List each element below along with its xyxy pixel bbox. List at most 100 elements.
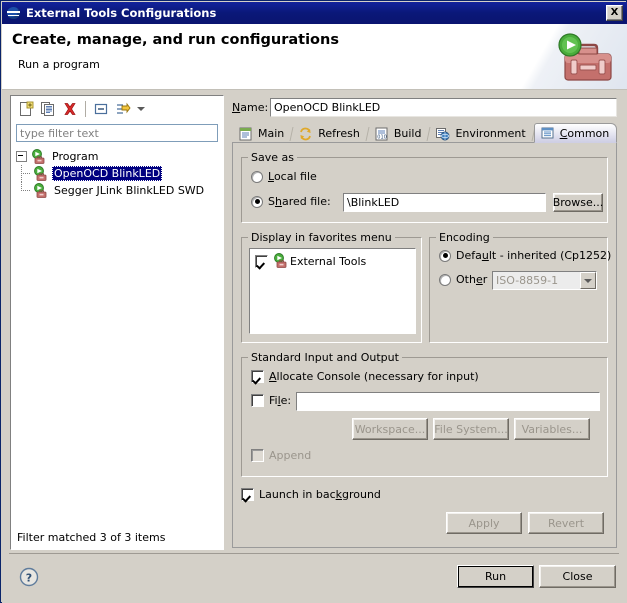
launch-in-background-checkbox[interactable]: Launch in background xyxy=(241,488,381,501)
program-icon xyxy=(33,182,49,199)
file-system-button[interactable]: File System... xyxy=(433,418,509,440)
new-configuration-button[interactable] xyxy=(15,98,37,119)
output-file-input[interactable] xyxy=(296,392,600,411)
name-label: Name: xyxy=(232,100,269,114)
radio-indicator xyxy=(439,273,451,286)
tab-common[interactable]: Common xyxy=(533,123,618,143)
tree-indent xyxy=(16,165,33,182)
dialog-header: Create, manage, and run configurations R… xyxy=(2,24,627,89)
shared-file-radio[interactable]: Shared file: xyxy=(251,195,331,208)
favorites-group: Display in favorites menu External Tools xyxy=(241,231,422,343)
tab-strip: Main Refresh 010 Build Environment Commo… xyxy=(232,122,618,143)
append-label: Append xyxy=(269,449,312,462)
tab-build[interactable]: 010 Build xyxy=(368,123,430,143)
tree-item-segger-jlink-blinkled-swd[interactable]: Segger JLink BlinkLED SWD xyxy=(16,182,220,199)
tree-label: Segger JLink BlinkLED SWD xyxy=(54,184,205,197)
tab-label: Environment xyxy=(455,127,526,140)
encoding-select[interactable]: ISO-8859-1 xyxy=(492,271,597,290)
encoding-group: Encoding Default - inherited (Cp1252) Ot… xyxy=(429,231,611,343)
external-tools-icon xyxy=(273,253,289,269)
variables-button[interactable]: Variables... xyxy=(514,418,590,440)
run-button[interactable]: Run xyxy=(457,565,534,588)
toolbox-with-run-arrow-icon xyxy=(553,32,615,86)
allocate-console-label: Allocate Console (necessary for input) xyxy=(269,370,479,383)
standard-io-group-label: Standard Input and Output xyxy=(248,351,402,364)
save-as-group: Save as Local file Shared file: \BlinkLE… xyxy=(241,151,608,223)
checkbox-indicator xyxy=(241,488,254,501)
allocate-console-checkbox[interactable]: Allocate Console (necessary for input) xyxy=(251,370,479,383)
filter-status-text: Filter matched 3 of 3 items xyxy=(17,531,166,544)
tab-environment[interactable]: Environment xyxy=(429,123,533,143)
help-question-icon[interactable]: ? xyxy=(19,567,39,587)
revert-button[interactable]: Revert xyxy=(528,512,604,534)
local-file-label: Local file xyxy=(268,170,317,183)
tree-item-program[interactable]: Program xyxy=(16,148,220,165)
tab-label: Refresh xyxy=(318,127,360,140)
search-input[interactable]: type filter text xyxy=(16,124,218,142)
encoding-other-label: Other xyxy=(456,273,488,286)
window-title: External Tools Configurations xyxy=(26,6,217,20)
cancel-button[interactable]: Close xyxy=(539,565,616,588)
browse-button[interactable]: Browse... xyxy=(553,193,603,212)
tab-label: Main xyxy=(258,127,285,140)
program-icon xyxy=(33,165,49,182)
configurations-tree: Program OpenOCD BlinkLED Segger JLink Bl… xyxy=(16,148,220,518)
page-subtitle: Run a program xyxy=(18,58,100,71)
radio-indicator xyxy=(251,170,263,183)
workspace-button[interactable]: Workspace... xyxy=(352,418,428,440)
configurations-toolbar xyxy=(11,96,223,121)
tab-refresh[interactable]: Refresh xyxy=(292,123,368,143)
favorites-list[interactable]: External Tools xyxy=(249,248,416,334)
environment-variables-icon xyxy=(435,127,451,141)
save-as-group-label: Save as xyxy=(248,151,297,164)
delete-configuration-button[interactable] xyxy=(59,98,81,119)
append-checkbox[interactable]: Append xyxy=(251,449,311,462)
build-binary-icon: 010 xyxy=(374,127,390,141)
tab-main[interactable]: Main xyxy=(232,123,292,143)
apply-button[interactable]: Apply xyxy=(446,512,522,534)
checkbox-indicator xyxy=(251,449,264,462)
output-file-checkbox[interactable]: File: xyxy=(251,394,291,407)
common-tab-panel: Save as Local file Shared file: \BlinkLE… xyxy=(232,142,617,548)
chevron-down-icon[interactable] xyxy=(580,272,596,289)
configurations-panel: type filter text Program OpenOCD BlinkLE… xyxy=(10,95,224,550)
radio-indicator-selected xyxy=(251,195,263,208)
shared-file-input[interactable]: \BlinkLED xyxy=(343,193,546,212)
favorites-group-label: Display in favorites menu xyxy=(248,231,395,244)
tab-label: Build xyxy=(393,127,422,140)
list-item-label: External Tools xyxy=(290,254,367,268)
standard-io-group: Standard Input and Output Allocate Conso… xyxy=(241,351,608,477)
program-icon xyxy=(31,148,47,165)
refresh-arrows-icon xyxy=(298,127,314,141)
tab-label: Common xyxy=(559,126,610,140)
collapse-icon[interactable] xyxy=(16,151,27,162)
list-item[interactable]: External Tools xyxy=(250,249,415,269)
encoding-group-label: Encoding xyxy=(436,231,493,244)
collapse-all-button[interactable] xyxy=(90,98,112,119)
name-row: Name: OpenOCD BlinkLED xyxy=(232,97,617,117)
footer-divider xyxy=(9,553,619,554)
tree-item-openocd-blinkled[interactable]: OpenOCD BlinkLED xyxy=(16,165,220,182)
dialog-body: type filter text Program OpenOCD BlinkLE… xyxy=(2,90,627,603)
local-file-radio[interactable]: Local file xyxy=(251,170,317,183)
eclipse-globe-icon xyxy=(6,5,22,21)
tree-indent xyxy=(16,182,33,199)
encoding-default-radio[interactable]: Default - inherited (Cp1252) xyxy=(439,249,611,262)
tree-label-selected: OpenOCD BlinkLED xyxy=(52,166,163,181)
checkbox-indicator xyxy=(251,394,264,407)
launch-in-background-label: Launch in background xyxy=(259,488,381,501)
radio-indicator-selected xyxy=(439,249,451,262)
encoding-other-radio[interactable]: Other xyxy=(439,273,487,286)
filter-button[interactable] xyxy=(112,98,134,119)
shared-file-label: Shared file: xyxy=(268,195,331,208)
encoding-default-label: Default - inherited (Cp1252) xyxy=(456,249,612,262)
duplicate-configuration-button[interactable] xyxy=(37,98,59,119)
tree-label: Program xyxy=(52,150,99,163)
checkbox-indicator[interactable] xyxy=(255,254,268,268)
name-input[interactable]: OpenOCD BlinkLED xyxy=(270,97,617,117)
filter-menu-arrow[interactable] xyxy=(134,98,148,119)
close-icon[interactable]: X xyxy=(606,5,623,21)
title-bar: External Tools Configurations X xyxy=(2,2,627,24)
main-document-icon xyxy=(238,127,254,141)
svg-text:?: ? xyxy=(26,572,32,585)
